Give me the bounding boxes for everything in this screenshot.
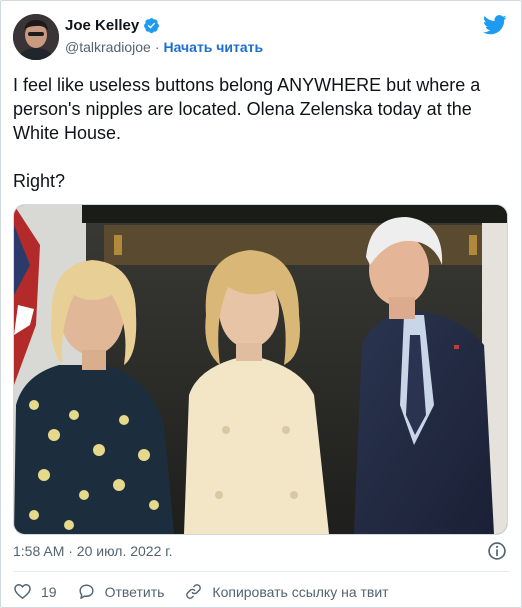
reply-label: Ответить [104, 583, 165, 600]
like-count: 19 [41, 583, 57, 600]
author-handle-row: @talkradiojoe · Начать читать [65, 39, 263, 55]
separator-dot: · [154, 39, 160, 55]
action-bar: 19 Ответить Копировать ссылку на твит [13, 582, 389, 601]
copy-link-label: Копировать ссылку на твит [212, 583, 389, 600]
divider [13, 571, 509, 572]
follow-button[interactable]: Начать читать [163, 39, 263, 55]
tweet-card: Joe Kelley @talkradiojoe · Начать читать… [0, 0, 522, 608]
link-icon [186, 584, 202, 599]
reply-icon [79, 584, 94, 599]
verified-badge-icon [144, 18, 160, 34]
info-icon[interactable] [487, 541, 507, 561]
like-button[interactable]: 19 [13, 582, 57, 601]
avatar[interactable] [13, 14, 59, 60]
tweet-text: I feel like useless buttons belong ANYWH… [13, 75, 481, 191]
tweet-photo[interactable] [13, 204, 508, 535]
heart-icon [14, 584, 31, 600]
author-name[interactable]: Joe Kelley [65, 17, 139, 34]
reply-button[interactable]: Ответить [77, 582, 165, 601]
copy-link-button[interactable]: Копировать ссылку на твит [184, 582, 389, 601]
tweet-timestamp[interactable]: 1:58 AM · 20 июл. 2022 г. [13, 543, 173, 559]
twitter-bird-icon[interactable] [483, 15, 507, 35]
author-name-row: Joe Kelley [65, 17, 160, 34]
author-handle[interactable]: @talkradiojoe [65, 39, 151, 55]
